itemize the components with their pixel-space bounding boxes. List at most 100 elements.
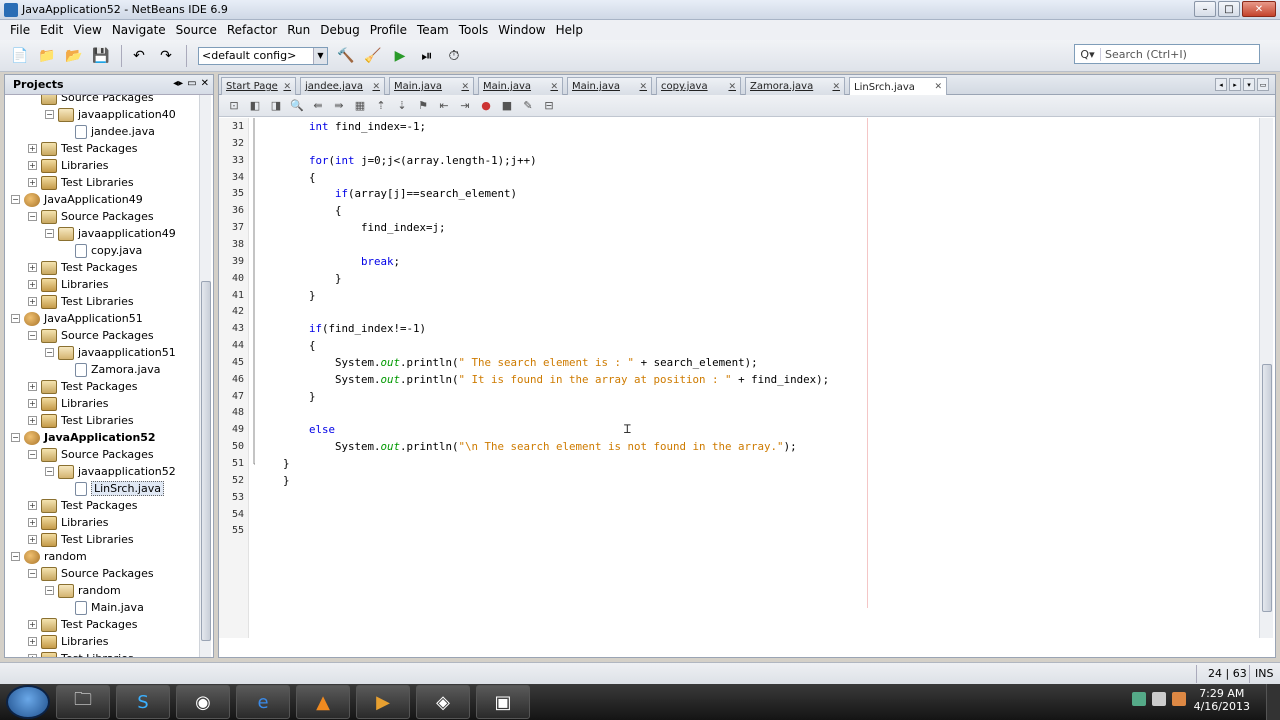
tab-scroll-left-icon[interactable]: ◂ [1215, 78, 1227, 91]
minimize-button[interactable]: – [1194, 1, 1216, 17]
collapse-icon[interactable]: − [11, 552, 20, 561]
minimize-panel-icon[interactable]: ▭ [187, 78, 196, 89]
open-project-icon[interactable]: 📂 [62, 44, 86, 68]
tree-item[interactable]: + Libraries [28, 395, 109, 412]
expand-icon[interactable]: + [28, 399, 37, 408]
project-tree-scrollbar[interactable] [199, 95, 211, 657]
find-previous-icon[interactable]: ⇚ [309, 97, 327, 115]
collapse-icon[interactable]: − [28, 569, 37, 578]
tree-item[interactable]: Zamora.java [62, 361, 161, 378]
tab-linsrch-java[interactable]: LinSrch.java ✕ [849, 77, 947, 96]
tree-item[interactable]: − javaapplication40 [45, 106, 176, 123]
new-file-icon[interactable]: 📄 [8, 44, 32, 68]
tree-item[interactable]: + Test Packages [28, 259, 137, 276]
panel-menu-icon[interactable]: ◂▸ [173, 78, 183, 89]
collapse-icon[interactable]: − [28, 212, 37, 221]
run-icon[interactable]: ▶ [388, 44, 412, 68]
config-select[interactable]: <default config> ▼ [198, 46, 328, 65]
tree-item[interactable]: Source Packages [28, 95, 154, 106]
scrollbar-thumb[interactable] [201, 281, 211, 641]
close-tab-icon[interactable]: ✕ [728, 82, 736, 92]
tree-item[interactable]: − Source Packages [28, 327, 154, 344]
uncomment-icon[interactable]: ⊟ [540, 97, 558, 115]
window-switcher-icon[interactable]: ▣ [476, 685, 530, 719]
expand-icon[interactable]: + [28, 654, 37, 657]
menu-team[interactable]: Team [413, 23, 453, 37]
tab-jandee-java[interactable]: jandee.java ✕ [300, 77, 385, 95]
expand-icon[interactable]: + [28, 501, 37, 510]
comment-icon[interactable]: ✎ [519, 97, 537, 115]
tree-item[interactable]: Main.java [62, 599, 144, 616]
expand-icon[interactable]: + [28, 178, 37, 187]
tab-zamora-java[interactable]: Zamora.java ✕ [745, 77, 845, 95]
expand-icon[interactable]: + [28, 297, 37, 306]
tree-item[interactable]: + Test Libraries [28, 412, 134, 429]
tree-item[interactable]: − Source Packages [28, 208, 154, 225]
tree-item[interactable]: + Libraries [28, 157, 109, 174]
tab-main-java[interactable]: Main.java ✕ [567, 77, 652, 95]
tab-list-icon[interactable]: ▾ [1243, 78, 1255, 91]
menu-navigate[interactable]: Navigate [108, 23, 170, 37]
expand-icon[interactable]: + [28, 518, 37, 527]
menu-profile[interactable]: Profile [366, 23, 411, 37]
internet-explorer-icon[interactable]: e [236, 685, 290, 719]
tree-item[interactable]: LinSrch.java [62, 480, 164, 497]
forward-icon[interactable]: ◨ [267, 97, 285, 115]
next-bookmark-icon[interactable]: ⇣ [393, 97, 411, 115]
search-field[interactable]: Q▾ Search (Ctrl+I) [1074, 44, 1260, 64]
volume-icon[interactable] [1152, 692, 1166, 706]
search-input[interactable]: Search (Ctrl+I) [1101, 48, 1187, 61]
tree-item[interactable]: + Test Packages [28, 616, 137, 633]
menu-window[interactable]: Window [494, 23, 549, 37]
media-player-icon[interactable]: ▶ [356, 685, 410, 719]
scrollbar-thumb[interactable] [1262, 364, 1272, 612]
toggle-highlight-icon[interactable]: ▦ [351, 97, 369, 115]
show-desktop-button[interactable] [1266, 684, 1280, 720]
expand-icon[interactable]: + [28, 620, 37, 629]
tree-item[interactable]: + Test Packages [28, 140, 137, 157]
tree-item[interactable]: − Source Packages [28, 446, 154, 463]
find-next-icon[interactable]: ⇛ [330, 97, 348, 115]
tree-item[interactable]: − javaapplication49 [45, 225, 176, 242]
collapse-icon[interactable]: − [45, 110, 54, 119]
close-panel-icon[interactable]: ✕ [201, 78, 209, 89]
previous-bookmark-icon[interactable]: ⇡ [372, 97, 390, 115]
toggle-bookmark-icon[interactable]: ⚑ [414, 97, 432, 115]
tree-item[interactable]: − JavaApplication49 [11, 191, 143, 208]
clock[interactable]: 7:29 AM 4/16/2013 [1194, 687, 1250, 713]
chrome-icon[interactable]: ◉ [176, 685, 230, 719]
tree-item[interactable]: + Test Libraries [28, 531, 134, 548]
collapse-icon[interactable]: − [45, 467, 54, 476]
clean-build-icon[interactable]: 🧹 [361, 44, 385, 68]
profile-icon[interactable]: ⏱ [442, 44, 466, 68]
tree-item[interactable]: − JavaApplication52 [11, 429, 156, 446]
tree-item[interactable]: jandee.java [62, 123, 155, 140]
tab-main-java[interactable]: Main.java ✕ [478, 77, 563, 95]
close-tab-icon[interactable]: ✕ [639, 82, 647, 92]
build-hammer-icon[interactable]: 🔨 [334, 44, 358, 68]
maximize-editor-icon[interactable]: ▭ [1257, 78, 1269, 91]
save-all-icon[interactable]: 💾 [89, 44, 113, 68]
tree-item[interactable]: − javaapplication52 [45, 463, 176, 480]
collapse-icon[interactable]: − [45, 586, 54, 595]
debug-icon[interactable]: ⏯ [415, 44, 439, 68]
tab-scroll-right-icon[interactable]: ▸ [1229, 78, 1241, 91]
tab-main-java[interactable]: Main.java ✕ [389, 77, 474, 95]
new-project-icon[interactable]: 📁 [35, 44, 59, 68]
tree-item[interactable]: + Test Libraries [28, 174, 134, 191]
vlc-icon[interactable]: ▲ [296, 685, 350, 719]
menu-file[interactable]: File [6, 23, 34, 37]
menu-view[interactable]: View [69, 23, 105, 37]
tree-item[interactable]: + Libraries [28, 633, 109, 650]
tree-item[interactable]: − JavaApplication51 [11, 310, 143, 327]
collapse-icon[interactable]: − [28, 331, 37, 340]
close-tab-icon[interactable]: ✕ [461, 82, 469, 92]
netbeans-taskbar-icon[interactable]: ◈ [416, 685, 470, 719]
collapse-icon[interactable]: − [28, 450, 37, 459]
find-icon[interactable]: 🔍 [288, 97, 306, 115]
start-macro-icon[interactable]: ● [477, 97, 495, 115]
collapse-icon[interactable]: − [45, 229, 54, 238]
redo-icon[interactable]: ↷ [154, 44, 178, 68]
skype-icon[interactable]: S [116, 685, 170, 719]
undo-icon[interactable]: ↶ [127, 44, 151, 68]
